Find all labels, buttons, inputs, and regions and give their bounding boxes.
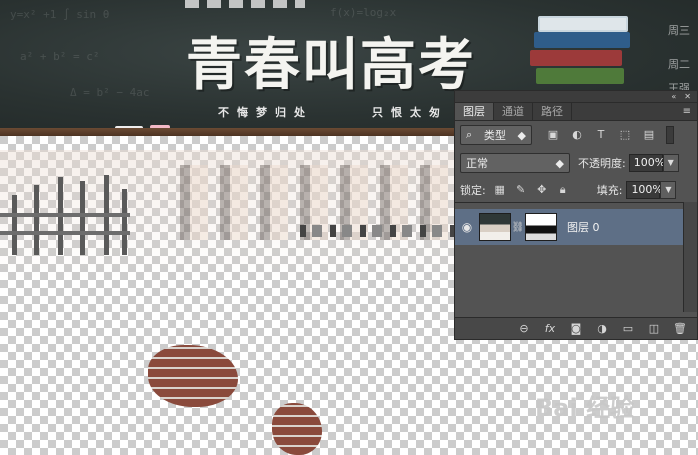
panel-footer: ⊖ fx ◙ ◑ ▭ ◫ 🗑︎ — [455, 317, 697, 339]
book — [536, 68, 624, 84]
brick-wall-fragment — [148, 345, 238, 407]
books-illustration — [530, 14, 640, 94]
lock-position-icon[interactable]: ✥ — [536, 184, 548, 196]
opacity-slider-button[interactable]: ▼ — [662, 154, 679, 172]
headline-fragment — [185, 0, 305, 8]
search-icon: ⌕ — [466, 128, 473, 141]
layer-row[interactable]: ◉ ⛓ 图层 0 — [455, 209, 683, 245]
filter-toggle-switch[interactable] — [666, 126, 674, 144]
side-label: 周三 — [668, 24, 690, 37]
image-filter-icon[interactable]: ▣ — [546, 128, 560, 142]
blend-mode-dropdown[interactable]: 正常 ◆ — [460, 153, 570, 173]
close-panel-button[interactable]: ✕ — [684, 92, 691, 101]
filter-kind-label: 类型 — [483, 129, 506, 142]
adjustment-layer-icon[interactable]: ◑ — [595, 322, 609, 336]
smart-object-filter-icon[interactable]: ▤ — [642, 128, 656, 142]
chalk-doodle: Δ = b² − 4ac — [70, 86, 150, 99]
lock-transparency-icon[interactable]: ▦ — [494, 184, 506, 196]
lock-row: 锁定: ▦ ✎ ✥ 🔒︎ 填充: 100% ▼ — [455, 181, 697, 199]
blend-mode-value: 正常 — [466, 157, 488, 170]
mask-link-icon[interactable]: ⛓ — [511, 222, 525, 233]
fill-input[interactable]: 100% — [626, 181, 663, 199]
side-label: 周二 — [668, 58, 690, 71]
book — [538, 16, 628, 32]
tab-paths[interactable]: 路径 — [533, 103, 572, 120]
new-group-icon[interactable]: ▭ — [621, 322, 635, 336]
dropdown-arrow-icon: ◆ — [555, 156, 564, 170]
add-mask-icon[interactable]: ◙ — [569, 322, 583, 336]
brick-wall-fragment — [272, 403, 322, 455]
dropdown-arrow-icon: ◆ — [517, 128, 526, 142]
type-filter-icon[interactable]: T — [594, 128, 608, 142]
layers-panel: « ✕ 图层 通道 路径 ≡ ⌕ 类型 ◆ ▣ ◐ T ⬚ ▤ 正常 ◆ 不透明… — [454, 90, 698, 340]
poster-subline-right: 只恨太匆 — [372, 106, 448, 119]
filter-kind-dropdown[interactable]: ⌕ 类型 ◆ — [460, 125, 532, 145]
book — [530, 50, 622, 66]
panel-menu-icon[interactable]: ≡ — [683, 106, 691, 117]
book — [534, 32, 630, 48]
filter-row: ⌕ 类型 ◆ ▣ ◐ T ⬚ ▤ — [455, 125, 697, 145]
layer-name[interactable]: 图层 0 — [567, 219, 600, 235]
collapse-panel-button[interactable]: « — [671, 92, 676, 101]
layers-list: ◉ ⛓ 图层 0 — [455, 202, 683, 312]
panel-titlebar: « ✕ — [455, 91, 697, 103]
chalk-doodle: a² + b² = c² — [20, 50, 100, 63]
blend-row: 正常 ◆ 不透明度: 100% ▼ — [455, 153, 697, 173]
adjustment-filter-icon[interactable]: ◐ — [570, 128, 584, 142]
delete-layer-icon[interactable]: 🗑︎ — [673, 322, 687, 336]
shape-filter-icon[interactable]: ⬚ — [618, 128, 632, 142]
poster-subline-left: 不悔梦归处 — [218, 106, 313, 119]
fill-slider-button[interactable]: ▼ — [660, 181, 677, 199]
baidu-watermark: Bai 经验 — [535, 394, 635, 422]
layer-mask-thumbnail[interactable] — [525, 213, 557, 241]
layers-scrollbar[interactable] — [683, 202, 697, 312]
lock-image-icon[interactable]: ✎ — [515, 184, 527, 196]
lock-label: 锁定: — [460, 184, 486, 197]
chalk-doodle: y=x² +1 ∫ sin θ — [10, 8, 110, 21]
fill-label: 填充: — [596, 184, 623, 197]
poster-headline: 青春叫高考 — [186, 32, 476, 98]
tab-layers[interactable]: 图层 — [455, 103, 494, 120]
opacity-input[interactable]: 100% — [628, 154, 665, 172]
new-layer-icon[interactable]: ◫ — [647, 322, 661, 336]
tab-channels[interactable]: 通道 — [494, 103, 533, 120]
panel-tabs: 图层 通道 路径 ≡ — [455, 103, 697, 121]
railing-artwork — [0, 175, 130, 255]
eye-icon[interactable]: ◉ — [455, 220, 479, 234]
fx-icon[interactable]: fx — [543, 322, 557, 336]
link-layers-icon[interactable]: ⊖ — [517, 322, 531, 336]
chalk-doodle: f(x)=log₂x — [330, 6, 397, 19]
layer-thumbnail[interactable] — [479, 213, 511, 241]
lock-all-icon[interactable]: 🔒︎ — [557, 184, 569, 196]
opacity-label: 不透明度: — [578, 157, 626, 170]
